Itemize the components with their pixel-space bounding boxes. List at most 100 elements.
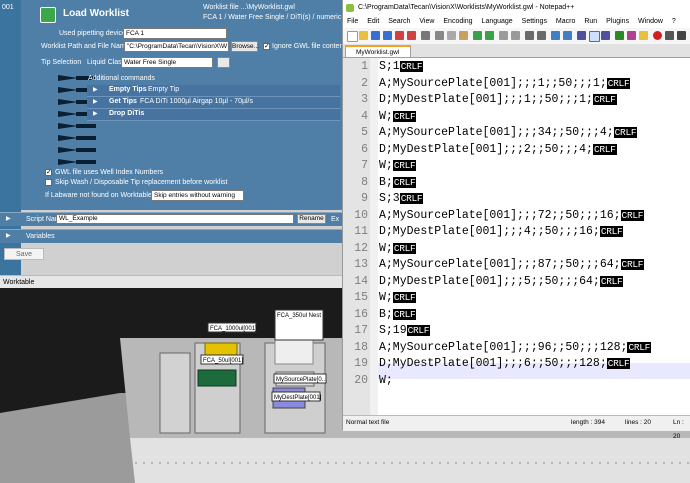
new-file-icon[interactable] (347, 31, 358, 42)
code-text: B; (379, 307, 393, 321)
used-pipetting-device-label: Used pipetting device (59, 30, 126, 37)
line-number: 5 (361, 126, 368, 139)
status-bar: Normal text file length : 394 lines : 20… (343, 415, 690, 440)
save-all-icon[interactable] (383, 31, 392, 40)
menu-run[interactable]: Run (584, 18, 597, 25)
used-pipetting-device-select[interactable]: FCA 1 (123, 28, 227, 39)
line-number: 19 (354, 357, 368, 370)
rename-button[interactable]: Rename (297, 214, 326, 224)
paste-icon[interactable] (459, 31, 468, 40)
code-text: A;MySourcePlate[001];;;1;;50;;;1; (379, 76, 607, 90)
cut-icon[interactable] (435, 31, 444, 40)
browse-button[interactable]: Browse... (231, 41, 259, 52)
code-text: B; (379, 175, 393, 189)
ex-label: Ex (331, 216, 340, 223)
line-number: 2 (361, 76, 368, 90)
code-line: A;MySourcePlate[001];;;87;;50;;;64;CRLF (379, 257, 645, 274)
eol-marker: CRLF (613, 127, 638, 138)
sync-h-icon[interactable] (563, 31, 572, 40)
code-text: D;MyDestPlate[001];;;6;;50;;;128; (379, 357, 607, 370)
command-row-empty-tips[interactable]: ▶ Empty Tips Empty Tip (87, 85, 340, 97)
replace-icon[interactable] (511, 31, 520, 40)
worklist-path-input[interactable]: "C:\ProgramData\Tecan\VisionX\W (124, 41, 229, 52)
tip-5-icon[interactable] (58, 123, 98, 129)
code-text: A;MySourcePlate[001];;;72;;50;;;16; (379, 208, 621, 222)
line-number: 11 (354, 225, 368, 238)
save-icon[interactable] (371, 31, 380, 40)
undo-icon[interactable] (473, 31, 482, 40)
menu-language[interactable]: Language (482, 18, 513, 25)
zoom-in-icon[interactable] (525, 31, 534, 40)
notepadpp-window: C:\ProgramData\Tecan\VisionX\Worklists\M… (342, 0, 690, 440)
line-number: 12 (354, 241, 368, 255)
command-detail: FCA DiTi 1000µl Airgap 10µl - 70µl/s (140, 98, 253, 105)
save-button[interactable]: Save (4, 248, 44, 260)
word-wrap-icon[interactable] (577, 31, 586, 40)
tab-myworklist[interactable]: MyWorklist.gwl (345, 45, 411, 57)
eol-marker: CRLF (599, 226, 624, 237)
command-name: Drop DiTis (109, 110, 145, 117)
print-icon[interactable] (421, 31, 430, 40)
tab-bar: MyWorklist.gwl (343, 44, 690, 58)
open-file-icon[interactable] (359, 31, 368, 40)
show-all-chars-icon[interactable] (589, 31, 600, 42)
play-macro-icon[interactable] (677, 31, 686, 40)
chevron-right-icon: ▶ (93, 87, 98, 93)
line-number: 001 (2, 4, 14, 11)
folder-workspace-icon[interactable] (639, 31, 648, 40)
menu-search[interactable]: Search (388, 18, 410, 25)
function-list-icon[interactable] (627, 31, 636, 40)
code-line: S;3CRLF (379, 191, 424, 208)
find-icon[interactable] (499, 31, 508, 40)
sync-v-icon[interactable] (551, 31, 560, 40)
menu-plugins[interactable]: Plugins (606, 18, 629, 25)
line-number: 20 (354, 373, 368, 387)
tip-8-icon[interactable] (58, 159, 98, 165)
gwl-well-index-checkbox[interactable]: ✓ (45, 169, 52, 176)
variables-row[interactable]: ▶ Variables (0, 229, 342, 243)
labware-not-found-select[interactable]: Skip entries without warning (151, 190, 244, 201)
tip-selector-button[interactable] (217, 57, 230, 68)
ignore-gwl-checkbox[interactable]: ✓ (263, 43, 270, 50)
tip-7-icon[interactable] (58, 147, 98, 153)
stop-macro-icon[interactable] (665, 31, 674, 40)
tip-6-icon[interactable] (58, 135, 98, 141)
script-name-row: ▶ Script Name WL_Example Rename Ex (0, 212, 342, 226)
copy-icon[interactable] (447, 31, 456, 40)
line-number: 14 (354, 274, 368, 288)
zoom-out-icon[interactable] (537, 31, 546, 40)
menu-settings[interactable]: Settings (522, 18, 547, 25)
menu-view[interactable]: View (419, 18, 434, 25)
code-line: B;CRLF (379, 175, 417, 192)
eol-marker: CRLF (592, 94, 617, 105)
menu-edit[interactable]: Edit (367, 18, 379, 25)
command-row-get-tips[interactable]: ▶ Get Tips FCA DiTi 1000µl Airgap 10µl -… (87, 97, 340, 109)
code-line: B;CRLF (379, 307, 417, 324)
menu-window[interactable]: Window (638, 18, 663, 25)
status-file-type: Normal text file (346, 419, 390, 426)
menu-encoding[interactable]: Encoding (443, 18, 472, 25)
liquid-class-select[interactable]: Water Free Single (121, 57, 213, 68)
script-name-input[interactable]: WL_Example (56, 214, 294, 224)
indent-guide-icon[interactable] (601, 31, 610, 40)
menu-macro[interactable]: Macro (556, 18, 575, 25)
command-row-drop-ditis[interactable]: ▶ Drop DiTis (87, 109, 340, 121)
record-macro-icon[interactable] (653, 31, 662, 40)
eol-marker: CRLF (392, 176, 417, 188)
skip-wash-checkbox[interactable] (45, 179, 52, 186)
close-icon[interactable] (395, 31, 404, 40)
window-title: C:\ProgramData\Tecan\VisionX\Worklists\M… (358, 4, 575, 11)
carrier-1 (159, 352, 191, 434)
text-editor[interactable]: 1 S;1CRLF 2 A;MySourcePlate[001];;;1;;50;;;… (343, 58, 690, 415)
line-number: 13 (354, 258, 368, 271)
menu-help[interactable]: ? (672, 18, 676, 25)
eol-marker: CRLF (592, 143, 617, 155)
redo-icon[interactable] (485, 31, 494, 40)
close-all-icon[interactable] (407, 31, 416, 40)
line-number: 18 (354, 340, 368, 354)
deck-front (130, 438, 690, 483)
doc-map-icon[interactable] (615, 31, 624, 40)
chevron-right-icon: ▶ (6, 233, 11, 239)
line-number: 4 (361, 109, 368, 123)
menu-file[interactable]: File (347, 18, 358, 25)
